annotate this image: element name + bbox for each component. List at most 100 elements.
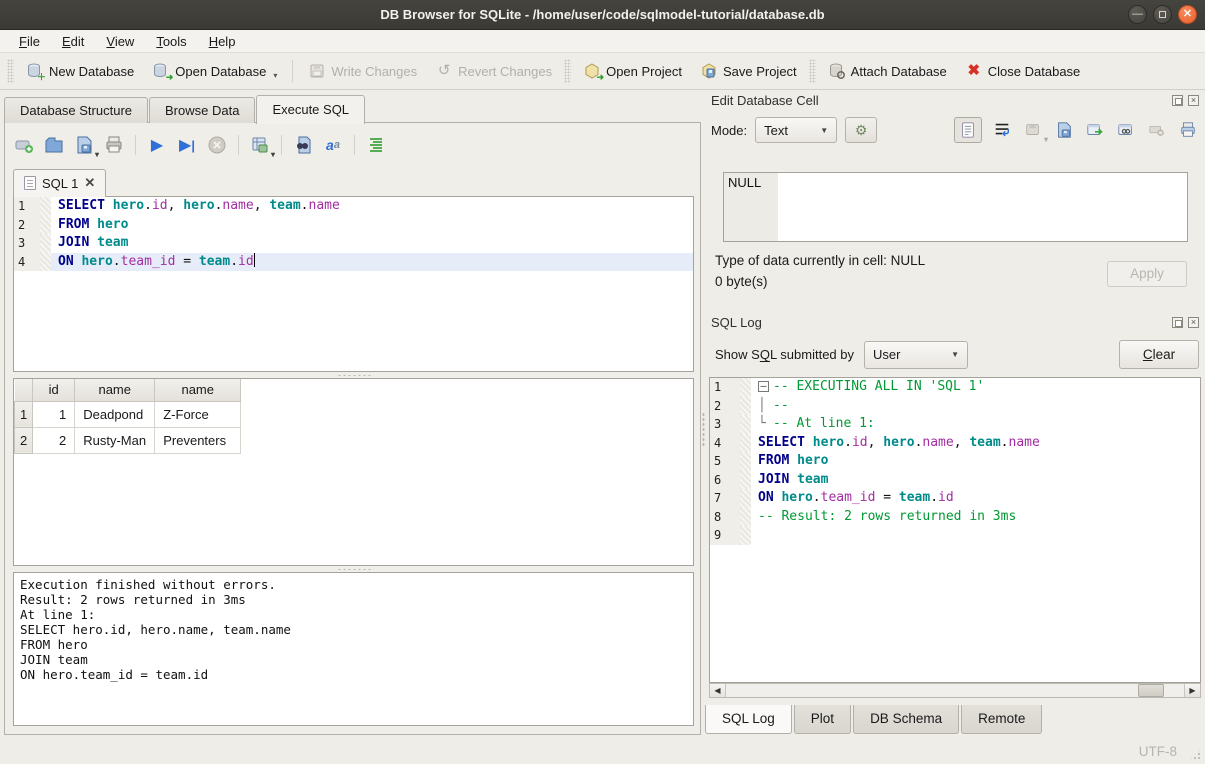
close-button[interactable]: ✕ — [1178, 5, 1197, 24]
fold-margin — [740, 471, 751, 490]
set-null-icon[interactable] — [1146, 119, 1168, 141]
auto-indent-icon[interactable] — [365, 134, 387, 156]
code-line[interactable]: 3JOIN team — [14, 234, 693, 253]
toolbar-drag-handle[interactable] — [564, 59, 571, 83]
code-line[interactable]: 6JOIN team — [710, 471, 1200, 490]
execute-all-icon[interactable]: ▶ — [146, 134, 168, 156]
code-line[interactable]: 4SELECT hero.id, hero.name, team.name — [710, 434, 1200, 453]
minimize-button[interactable]: — — [1128, 5, 1147, 24]
tab-remote[interactable]: Remote — [961, 705, 1042, 734]
find-replace-icon[interactable] — [292, 134, 314, 156]
scrollbar-thumb[interactable] — [1138, 684, 1164, 697]
code-line[interactable]: 4ON hero.team_id = team.id — [14, 253, 693, 272]
tab-plot[interactable]: Plot — [794, 705, 851, 734]
edit-cell-close-icon[interactable]: × — [1188, 95, 1199, 106]
print-sql-icon[interactable] — [103, 134, 125, 156]
table-row[interactable]: 22Rusty-ManPreventers — [15, 427, 241, 453]
edit-cell-float-icon[interactable] — [1172, 95, 1183, 106]
text-mode-icon[interactable] — [954, 117, 982, 143]
cell-editor-area[interactable] — [778, 173, 1187, 241]
sql-log-hscrollbar[interactable]: ◀ ▶ — [709, 683, 1201, 698]
import-data-icon[interactable]: ▾ — [1022, 119, 1044, 141]
table-cell[interactable]: Z-Force — [155, 401, 241, 427]
auto-apply-button[interactable]: ⚙ — [845, 117, 877, 143]
apply-button[interactable]: Apply — [1107, 261, 1187, 287]
sql1-tab[interactable]: SQL 1 ✕ — [13, 169, 106, 197]
toolbar-drag-handle[interactable] — [809, 59, 816, 83]
line-number: 2 — [710, 397, 740, 416]
chevron-down-icon: ▼ — [820, 126, 828, 135]
resize-grip-icon[interactable] — [1189, 748, 1202, 761]
code-line[interactable]: 9 — [710, 526, 1200, 545]
clear-log-button[interactable]: Clear — [1119, 340, 1199, 369]
results-header-name1[interactable]: name — [75, 379, 155, 401]
open-sql-file-icon[interactable] — [43, 134, 65, 156]
open-database-dropdown-arrow[interactable]: ▾ — [273, 71, 277, 80]
scrollbar-track[interactable] — [726, 684, 1184, 697]
tab-execute-sql[interactable]: Execute SQL — [256, 95, 365, 124]
table-cell[interactable]: 1 — [33, 401, 75, 427]
sql-log-close-icon[interactable]: × — [1188, 317, 1199, 328]
export-data-icon[interactable] — [1053, 119, 1075, 141]
table-cell[interactable]: Preventers — [155, 427, 241, 453]
row-header[interactable]: 1 — [15, 401, 33, 427]
print-cell-icon[interactable] — [1177, 119, 1199, 141]
sql-log-float-icon[interactable] — [1172, 317, 1183, 328]
write-changes-button[interactable]: Write Changes — [299, 57, 426, 85]
sql-log-view[interactable]: 1–-- EXECUTING ALL IN 'SQL 1'2│--3└-- At… — [709, 377, 1201, 683]
format-sql-icon[interactable]: aa — [322, 134, 344, 156]
save-project-button[interactable]: Save Project — [691, 57, 806, 85]
open-project-button[interactable]: ➜ Open Project — [574, 57, 691, 85]
maximize-button[interactable] — [1153, 5, 1172, 24]
copy-link-icon[interactable] — [1115, 119, 1137, 141]
table-cell[interactable]: 2 — [33, 427, 75, 453]
cell-value-editor[interactable]: NULL — [723, 172, 1188, 242]
close-database-button[interactable]: ✖ Close Database — [956, 57, 1090, 85]
attach-database-button[interactable]: Attach Database — [819, 57, 956, 85]
menu-view[interactable]: View — [97, 32, 143, 51]
sql-editor[interactable]: 1SELECT hero.id, hero.name, team.name2FR… — [13, 196, 694, 372]
tab-sql-log[interactable]: SQL Log — [705, 705, 792, 734]
table-cell[interactable]: Rusty-Man — [75, 427, 155, 453]
code-line[interactable]: 5FROM hero — [710, 452, 1200, 471]
execution-message-box[interactable]: Execution finished without errors. Resul… — [13, 572, 694, 726]
menu-edit[interactable]: Edit — [53, 32, 93, 51]
sql-log-filter-select[interactable]: User ▼ — [864, 341, 968, 369]
revert-changes-button[interactable]: ↺ Revert Changes — [426, 57, 561, 85]
table-row[interactable]: 11DeadpondZ-Force — [15, 401, 241, 427]
stop-execution-icon[interactable] — [206, 134, 228, 156]
code-line[interactable]: 1SELECT hero.id, hero.name, team.name — [14, 197, 693, 216]
menu-tools[interactable]: Tools — [147, 32, 195, 51]
menu-help[interactable]: Help — [200, 32, 245, 51]
new-database-button[interactable]: ＋ New Database — [17, 57, 143, 85]
word-wrap-icon[interactable] — [991, 119, 1013, 141]
row-header[interactable]: 2 — [15, 427, 33, 453]
code-line[interactable]: 2FROM hero — [14, 216, 693, 235]
results-header-name2[interactable]: name — [155, 379, 241, 401]
tab-database-structure[interactable]: Database Structure — [4, 97, 148, 123]
execute-current-line-icon[interactable]: ▶| — [176, 134, 198, 156]
code-line[interactable]: 7ON hero.team_id = team.id — [710, 489, 1200, 508]
titlebar[interactable]: DB Browser for SQLite - /home/user/code/… — [0, 0, 1205, 30]
save-sql-file-icon[interactable]: ▾ — [73, 134, 95, 156]
code-line[interactable]: 2│-- — [710, 397, 1200, 416]
tab-browse-data[interactable]: Browse Data — [149, 97, 255, 123]
menu-file[interactable]: File — [10, 32, 49, 51]
table-cell[interactable]: Deadpond — [75, 401, 155, 427]
results-header-id[interactable]: id — [33, 379, 75, 401]
mode-select[interactable]: Text ▼ — [755, 117, 837, 143]
code-line[interactable]: 8-- Result: 2 rows returned in 3ms — [710, 508, 1200, 527]
code-line[interactable]: 3└-- At line 1: — [710, 415, 1200, 434]
scroll-right-arrow[interactable]: ▶ — [1184, 684, 1200, 697]
tab-db-schema[interactable]: DB Schema — [853, 705, 959, 734]
scroll-left-arrow[interactable]: ◀ — [710, 684, 726, 697]
toolbar-drag-handle[interactable] — [7, 59, 14, 83]
new-sql-tab-icon[interactable] — [13, 134, 35, 156]
sql1-tab-close-icon[interactable]: ✕ — [84, 175, 95, 191]
open-external-icon[interactable] — [1084, 119, 1106, 141]
toolbar-separator — [292, 60, 293, 82]
code-line[interactable]: 1–-- EXECUTING ALL IN 'SQL 1' — [710, 378, 1200, 397]
open-database-button[interactable]: ➜ Open Database ▾ — [143, 57, 286, 85]
save-results-icon[interactable]: ▾ — [249, 134, 271, 156]
encoding-indicator[interactable]: UTF-8 — [1139, 744, 1177, 759]
